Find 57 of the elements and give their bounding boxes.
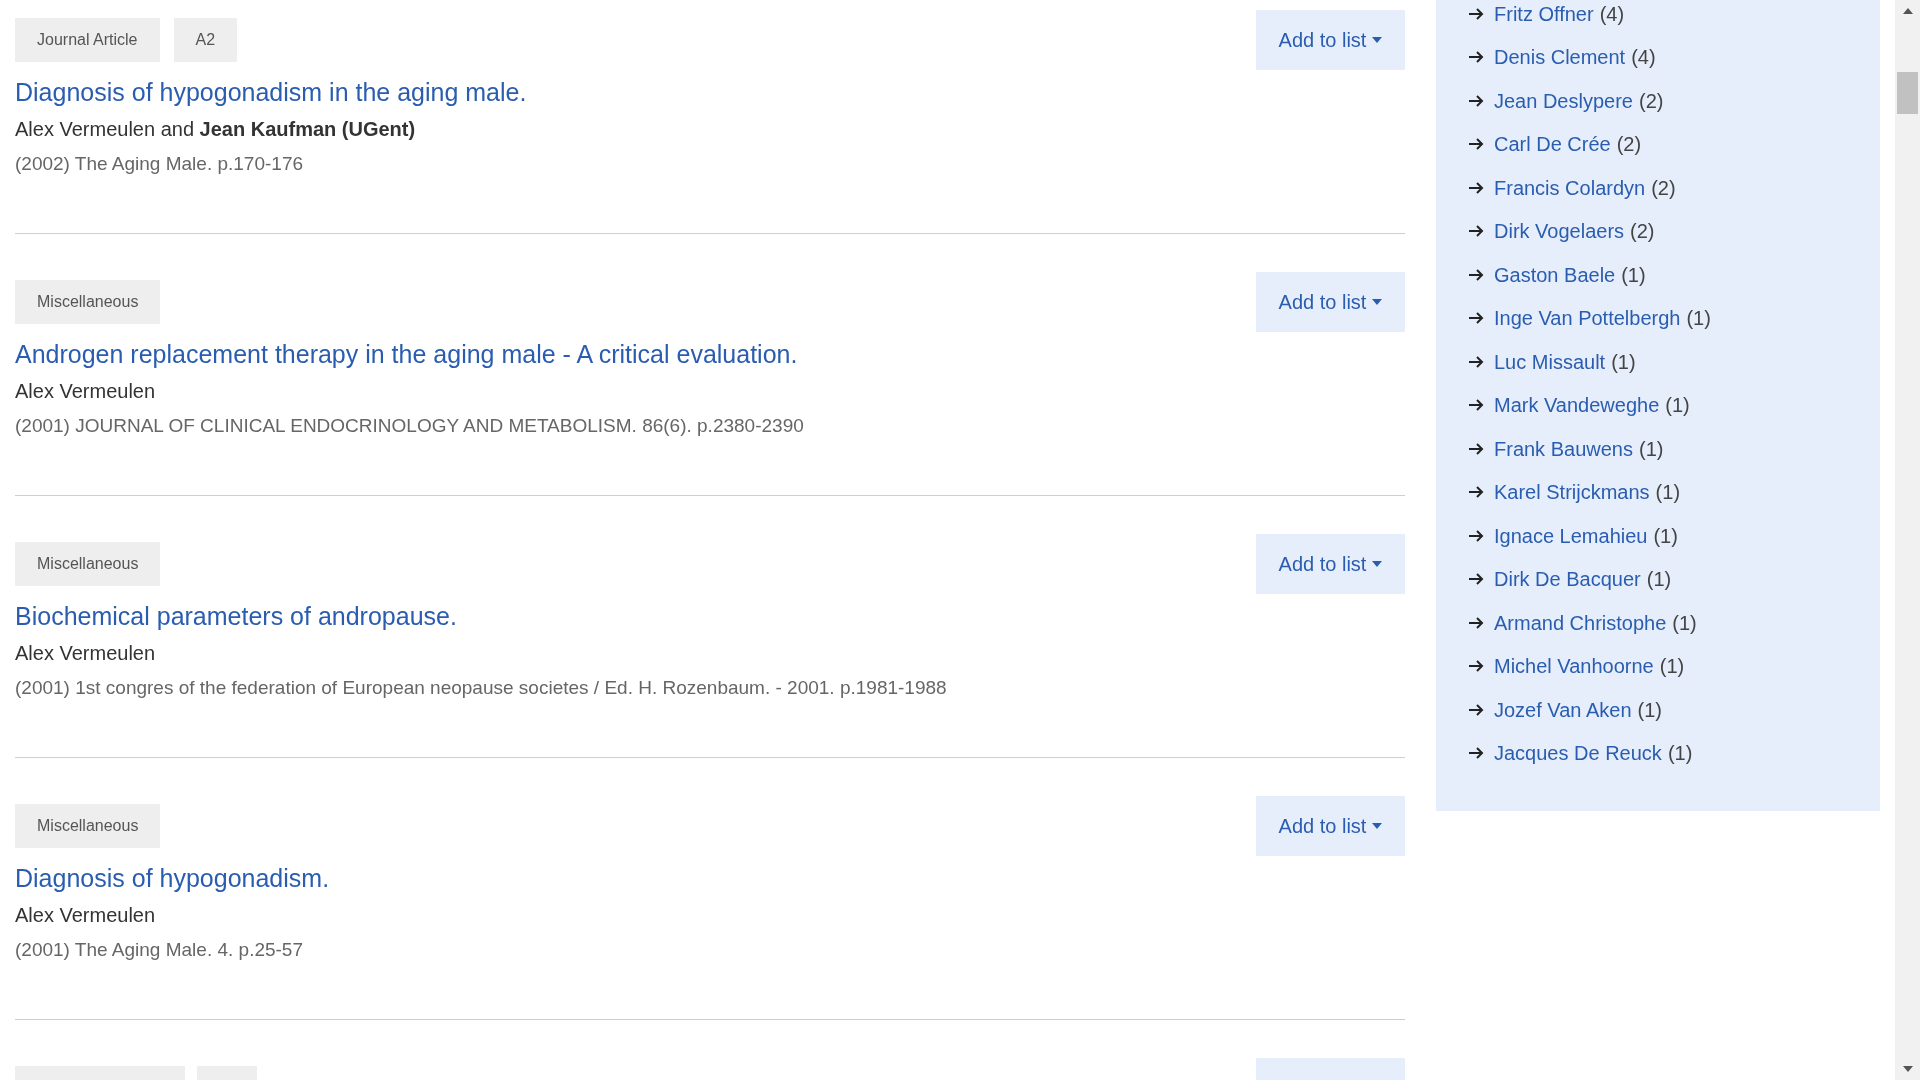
source-text: (2001) JOURNAL OF CLINICAL ENDOCRINOLOGY AND METABOLISM. 86(6). p.2380-2390 — [15, 414, 804, 438]
publication-count: (2) — [1651, 175, 1676, 201]
publication-count: (1) — [1637, 697, 1662, 723]
coauthor-link[interactable]: Jean Deslypere — [1494, 85, 1633, 116]
coauthor-link[interactable]: Mark Vandeweghe — [1494, 390, 1660, 421]
publication-count: (1) — [1686, 306, 1711, 332]
coauthor-link[interactable]: Jozef Van Aken — [1494, 694, 1632, 725]
publication-count: (1) — [1665, 393, 1690, 419]
type-tag: Journal Article — [15, 18, 160, 62]
publication-count: (2) — [1630, 219, 1655, 245]
coauthor-link[interactable]: Inge Van Pottelbergh — [1494, 303, 1681, 334]
add-to-list-button[interactable]: Add to list — [1256, 272, 1405, 332]
publication-count: (2) — [1638, 88, 1664, 114]
coauthor-link[interactable]: Luc Missault — [1494, 346, 1606, 377]
authors-text: Alex Vermeulen and Jean Kaufman (UGent) — [15, 117, 416, 142]
type-tag: Miscellaneous — [15, 804, 161, 848]
publication-count: (4) — [1631, 45, 1656, 71]
publication-count: (1) — [1646, 567, 1672, 593]
publication-count: (4) — [1599, 1, 1625, 27]
publication-count: (1) — [1659, 654, 1685, 680]
coauthor-link[interactable]: Dirk De Bacquer — [1494, 564, 1641, 595]
publication-count: (1) — [1621, 262, 1646, 288]
coauthor-link[interactable]: Michel Vanhoorne — [1494, 651, 1654, 682]
publication-title-link[interactable]: Androgen replacement therapy in the aging male - A critical evaluation. — [15, 336, 798, 372]
coauthor-link[interactable]: Armand Christophe — [1494, 607, 1667, 638]
type-tag: Miscellaneous — [15, 542, 161, 586]
coauthor-link[interactable]: Frank Bauwens — [1494, 433, 1633, 464]
publication-count: (1) — [1672, 610, 1697, 636]
coauthor-link[interactable]: Denis Clement — [1494, 42, 1626, 73]
source-text: (2002) The Aging Male. p.170-176 — [15, 152, 303, 176]
coauthor-link[interactable]: Dirk Vogelaers — [1494, 216, 1625, 247]
publication-count: (1) — [1611, 349, 1636, 375]
authors-text: Alex Vermeulen — [15, 641, 156, 666]
type-tag: Miscellaneous — [15, 280, 161, 324]
add-to-list-button[interactable]: Add to list — [1256, 10, 1405, 70]
publication-title-link[interactable]: Diagnosis of hypogonadism. — [15, 860, 330, 896]
coauthor-link[interactable]: Gaston Baele — [1494, 259, 1616, 290]
coauthor-link[interactable]: Carl De Crée — [1494, 129, 1611, 160]
type-tag: A2 — [173, 18, 238, 62]
source-text: (2001) 1st congres of the federation of European neopause societes / Ed. H. Rozenbaum. - 2001. p.1981-1988 — [15, 676, 947, 700]
source-text: (2001) The Aging Male. 4. p.25-57 — [15, 938, 303, 962]
publication-count: (1) — [1638, 436, 1664, 462]
coauthor-link[interactable]: Francis Colardyn — [1494, 172, 1646, 203]
add-to-list-button[interactable]: Add to list — [1256, 796, 1405, 856]
publication-count: (1) — [1667, 741, 1693, 767]
coauthor-link[interactable]: Jacques De Reuck — [1494, 738, 1662, 769]
publication-title-link[interactable]: Diagnosis of hypogonadism in the aging male. — [15, 74, 527, 110]
publication-count: (1) — [1653, 523, 1678, 549]
coauthor-link[interactable]: Karel Strijckmans — [1494, 477, 1650, 508]
add-to-list-button[interactable]: Add to list — [1256, 534, 1405, 594]
publication-title-link[interactable]: Biochemical parameters of andropause. — [15, 598, 457, 634]
coauthor-link[interactable]: Ignace Lemahieu — [1494, 520, 1648, 551]
authors-text: Alex Vermeulen — [15, 379, 156, 404]
publication-count: (1) — [1655, 480, 1681, 506]
publication-count: (2) — [1616, 132, 1642, 158]
authors-text: Alex Vermeulen — [15, 903, 156, 928]
coauthor-link[interactable]: Fritz Offner — [1494, 0, 1594, 29]
